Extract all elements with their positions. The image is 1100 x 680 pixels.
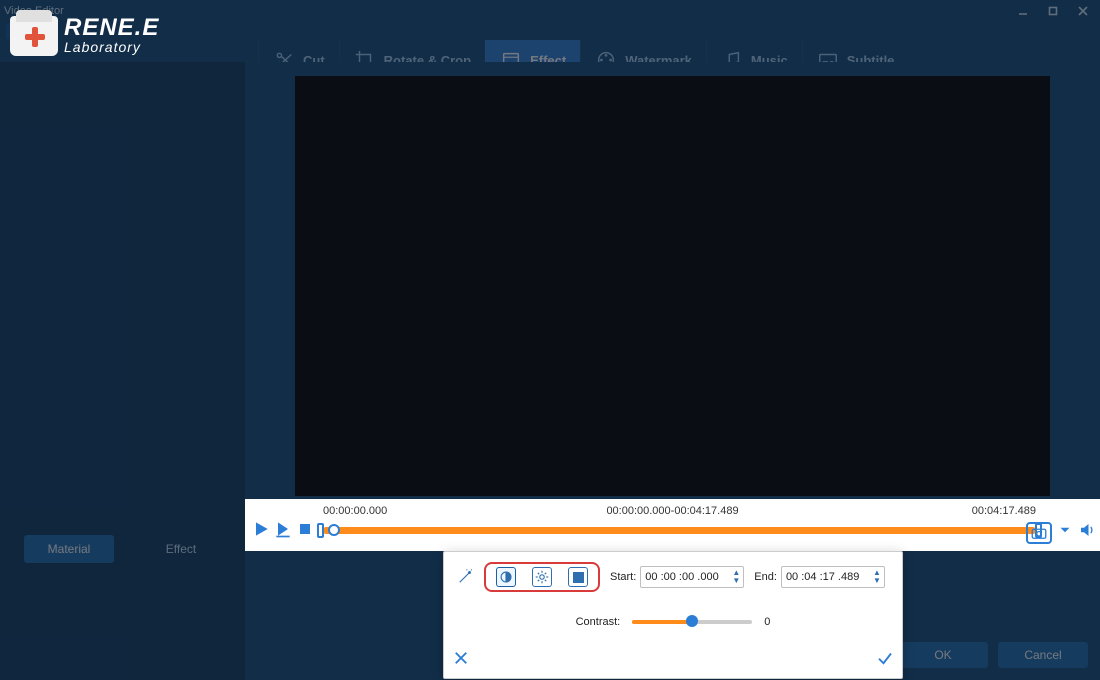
stop-button[interactable] — [295, 519, 315, 544]
end-time-input[interactable]: 00 :04 :17 .489 ▲▼ — [781, 566, 885, 588]
video-preview — [295, 76, 1050, 496]
magic-wand-icon[interactable] — [456, 568, 474, 586]
snapshot-button[interactable] — [1026, 522, 1052, 544]
slider-fill — [632, 620, 692, 624]
effect-mode-brightness[interactable] — [532, 567, 552, 587]
contrast-label: Contrast: — [576, 616, 621, 628]
timeline-range-label: 00:00:00.000-00:04:17.489 — [606, 505, 738, 517]
timeline[interactable]: 00:00:00.000 00:00:00.000-00:04:17.489 0… — [245, 499, 1100, 551]
timeline-track[interactable] — [323, 527, 1036, 534]
close-button[interactable] — [1070, 2, 1096, 20]
effect-mode-group — [484, 562, 600, 592]
left-tab-material[interactable]: Material — [24, 535, 114, 563]
restore-button[interactable] — [1040, 2, 1066, 20]
contrast-slider[interactable] — [632, 620, 752, 624]
effect-panel: Start: 00 :00 :00 .000 ▲▼ End: 00 :04 :1… — [443, 551, 903, 679]
end-time-value: 00 :04 :17 .489 — [786, 571, 859, 583]
stepper-down-icon[interactable]: ▼ — [731, 577, 741, 585]
logo-subtext: Laboratory — [64, 39, 159, 55]
logo-text: RENE.E — [64, 17, 159, 39]
timeline-playhead[interactable] — [328, 524, 340, 536]
end-label: End: — [754, 571, 777, 583]
timeline-start-label: 00:00:00.000 — [323, 505, 387, 517]
brand-logo: RENE.E Laboratory — [10, 16, 159, 56]
volume-icon[interactable] — [1078, 521, 1096, 544]
play-range-button[interactable] — [273, 519, 293, 544]
start-label: Start: — [610, 571, 636, 583]
panel-confirm-icon[interactable] — [876, 649, 894, 672]
effect-mode-contrast[interactable] — [496, 567, 516, 587]
play-button[interactable] — [251, 519, 271, 544]
timeline-end-label: 00:04:17.489 — [972, 505, 1036, 517]
start-time-value: 00 :00 :00 .000 — [645, 571, 718, 583]
slider-thumb[interactable] — [686, 615, 698, 627]
timeline-marker-start[interactable] — [317, 523, 324, 538]
left-tab-effect[interactable]: Effect — [136, 535, 226, 563]
effect-mode-saturation[interactable] — [568, 567, 588, 587]
stepper-down-icon[interactable]: ▼ — [872, 577, 882, 585]
minimize-button[interactable] — [1010, 2, 1036, 20]
start-time-input[interactable]: 00 :00 :00 .000 ▲▼ — [640, 566, 744, 588]
panel-cancel-icon[interactable] — [452, 649, 470, 672]
contrast-value: 0 — [764, 616, 770, 628]
dropdown-icon[interactable] — [1056, 521, 1074, 544]
